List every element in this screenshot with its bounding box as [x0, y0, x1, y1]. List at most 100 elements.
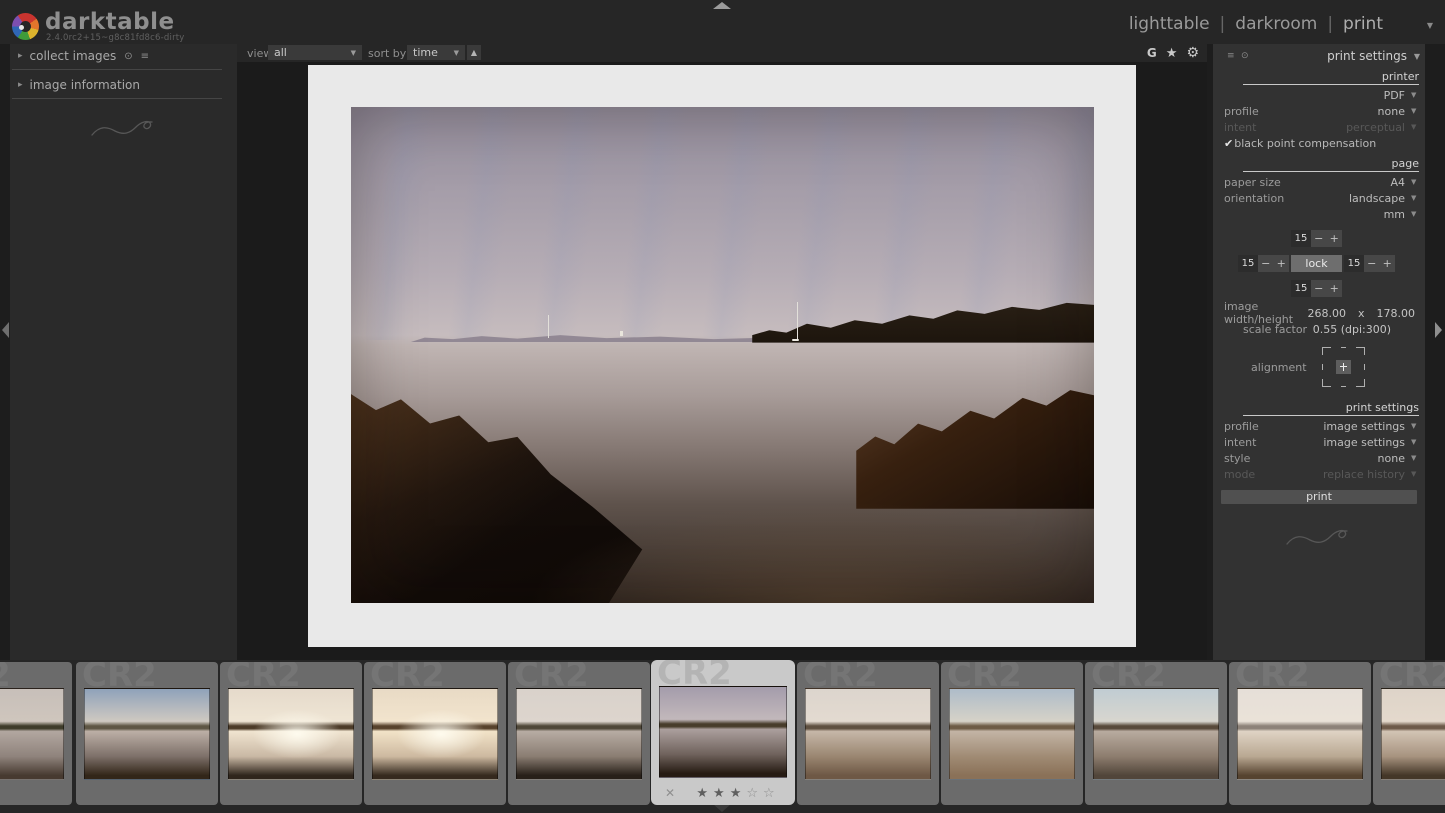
right-panel: ≡ ⊙ print settings ▼ printer PDF ▼ profi…: [1213, 44, 1425, 660]
chevron-down-icon[interactable]: ▼: [1411, 454, 1419, 462]
chevron-down-icon[interactable]: ▼: [1411, 107, 1419, 115]
filmstrip-thumbnail[interactable]: CR2: [1373, 662, 1445, 805]
page-section-header[interactable]: page: [1243, 157, 1419, 172]
expander-arrow-icon: ▸: [18, 80, 23, 90]
presets-icon[interactable]: ≡: [141, 51, 149, 62]
sort-order-button[interactable]: ▲: [467, 45, 481, 60]
sort-by-value: time: [413, 46, 438, 59]
mode-darkroom[interactable]: darkroom: [1235, 14, 1317, 34]
margin-right-spin[interactable]: 15 − +: [1344, 255, 1395, 272]
margin-right-decrease[interactable]: −: [1364, 255, 1380, 272]
margin-right-value: 15: [1344, 255, 1364, 272]
intent-value[interactable]: image settings: [1323, 436, 1405, 449]
star-icon[interactable]: ★: [696, 786, 713, 801]
filmstrip-thumbnail[interactable]: CR2: [76, 662, 218, 805]
image-height-value: 178.00: [1377, 307, 1416, 320]
star-icon[interactable]: ★: [713, 786, 730, 801]
star-icon[interactable]: ★: [730, 786, 747, 801]
filmstrip-thumbnail[interactable]: CR2: [1229, 662, 1371, 805]
margin-right-increase[interactable]: +: [1380, 255, 1396, 272]
printer-value[interactable]: PDF: [1384, 89, 1405, 102]
panel-title[interactable]: print settings: [1327, 49, 1407, 63]
chevron-down-icon[interactable]: ▼: [1411, 91, 1419, 99]
profile-label: profile: [1224, 420, 1259, 433]
collect-images-section-header[interactable]: ▸ collect images ⊙ ≡: [10, 44, 237, 66]
profile-value[interactable]: image settings: [1323, 420, 1405, 433]
star-icon[interactable]: ☆: [763, 786, 780, 801]
margin-left-spin[interactable]: 15 − +: [1238, 255, 1289, 272]
units-value[interactable]: mm: [1384, 208, 1405, 221]
margins-lock-button[interactable]: lock: [1291, 255, 1342, 272]
scale-factor-value: 0.55 (dpi:300): [1313, 323, 1391, 336]
print-button[interactable]: print: [1221, 490, 1417, 504]
top-bar: darktable 2.4.0rc2+15~g8c81fd8c6-dirty l…: [0, 0, 1445, 44]
margin-top-spin[interactable]: 15 − +: [1291, 230, 1342, 247]
margin-left-increase[interactable]: +: [1274, 255, 1290, 272]
alignment-center-button[interactable]: [1336, 360, 1351, 374]
filmstrip-thumbnail[interactable]: CR2: [0, 662, 72, 805]
alignment-top-right-button[interactable]: [1353, 344, 1368, 358]
alignment-bottom-left-button[interactable]: [1319, 376, 1334, 390]
sort-by-label: sort by: [368, 47, 406, 60]
thumbnail-overlay-row: ✕★★★☆☆: [651, 784, 795, 802]
reset-icon[interactable]: ⊙: [124, 51, 132, 62]
alignment-widget: alignment: [1213, 341, 1425, 395]
thumbnail-photo: [1093, 688, 1219, 780]
margin-bottom-increase[interactable]: +: [1327, 280, 1343, 297]
chevron-down-icon[interactable]: ▼: [1411, 422, 1419, 430]
margin-bottom-decrease[interactable]: −: [1311, 280, 1327, 297]
style-value[interactable]: none: [1378, 452, 1405, 465]
printer-section-header[interactable]: printer: [1243, 70, 1419, 85]
margin-left-decrease[interactable]: −: [1258, 255, 1274, 272]
filmstrip-thumbnail[interactable]: CR2: [508, 662, 650, 805]
view-filter-dropdown[interactable]: all ▼: [268, 45, 362, 60]
sort-by-dropdown[interactable]: time ▼: [407, 45, 465, 60]
mode-separator: |: [1327, 14, 1333, 34]
chevron-down-icon[interactable]: ▼: [1411, 178, 1419, 186]
bottom-panel-collapse-handle[interactable]: [713, 804, 731, 812]
profile-value[interactable]: none: [1378, 105, 1405, 118]
paper-size-value[interactable]: A4: [1390, 176, 1405, 189]
reset-icon[interactable]: ⊙: [1241, 51, 1249, 61]
alignment-bottom-right-button[interactable]: [1353, 376, 1368, 390]
filter-toolbar: view all ▼ sort by time ▼ ▲ G ★ ⚙: [237, 44, 1207, 62]
star-icon[interactable]: ☆: [746, 786, 763, 801]
margin-bottom-spin[interactable]: 15 − +: [1291, 280, 1342, 297]
top-panel-collapse-handle[interactable]: [713, 2, 731, 9]
filmstrip-thumbnail[interactable]: CR2: [797, 662, 939, 805]
margin-top-increase[interactable]: +: [1327, 230, 1343, 247]
black-point-compensation-checkbox[interactable]: ✔ black point compensation: [1213, 135, 1425, 151]
chevron-down-icon[interactable]: ▼: [1411, 194, 1419, 202]
image-information-section-header[interactable]: ▸ image information: [10, 73, 237, 95]
mode-lighttable[interactable]: lighttable: [1129, 14, 1210, 34]
print-settings-section-header[interactable]: print settings: [1243, 401, 1419, 416]
paper-size-row: paper size A4 ▼: [1213, 174, 1425, 190]
gear-icon[interactable]: ⚙: [1186, 45, 1199, 61]
divider: [12, 98, 222, 99]
grouping-icon[interactable]: G: [1147, 46, 1157, 60]
alignment-bottom-button[interactable]: [1336, 376, 1351, 390]
alignment-top-button[interactable]: [1336, 344, 1351, 358]
filmstrip-thumbnail[interactable]: CR2: [1085, 662, 1227, 805]
filmstrip-thumbnail-selected[interactable]: CR2✕★★★☆☆: [651, 660, 795, 805]
alignment-top-left-button[interactable]: [1319, 344, 1334, 358]
filmstrip-thumbnail[interactable]: CR2: [220, 662, 362, 805]
overlays-star-icon[interactable]: ★: [1166, 46, 1178, 61]
mode-print[interactable]: print: [1343, 14, 1383, 34]
filmstrip-thumbnail[interactable]: CR2: [941, 662, 1083, 805]
alignment-right-button[interactable]: [1353, 360, 1368, 374]
alignment-left-button[interactable]: [1319, 360, 1334, 374]
chevron-down-icon[interactable]: ▼: [1411, 438, 1419, 446]
reject-icon[interactable]: ✕: [665, 786, 675, 800]
chevron-down-icon[interactable]: ▼: [1411, 210, 1419, 218]
mode-dropdown-arrow-icon[interactable]: ▼: [1427, 21, 1433, 30]
chevron-down-icon[interactable]: ▼: [1414, 52, 1420, 61]
filmstrip-thumbnail[interactable]: CR2: [364, 662, 506, 805]
orientation-value[interactable]: landscape: [1349, 192, 1405, 205]
presets-icon[interactable]: ≡: [1227, 51, 1235, 61]
margin-top-decrease[interactable]: −: [1311, 230, 1327, 247]
print-intent-row: intent image settings ▼: [1213, 434, 1425, 450]
left-panel-collapse-handle[interactable]: [2, 322, 9, 338]
thumbnail-photo: [0, 688, 64, 780]
right-panel-collapse-handle[interactable]: [1435, 322, 1442, 338]
